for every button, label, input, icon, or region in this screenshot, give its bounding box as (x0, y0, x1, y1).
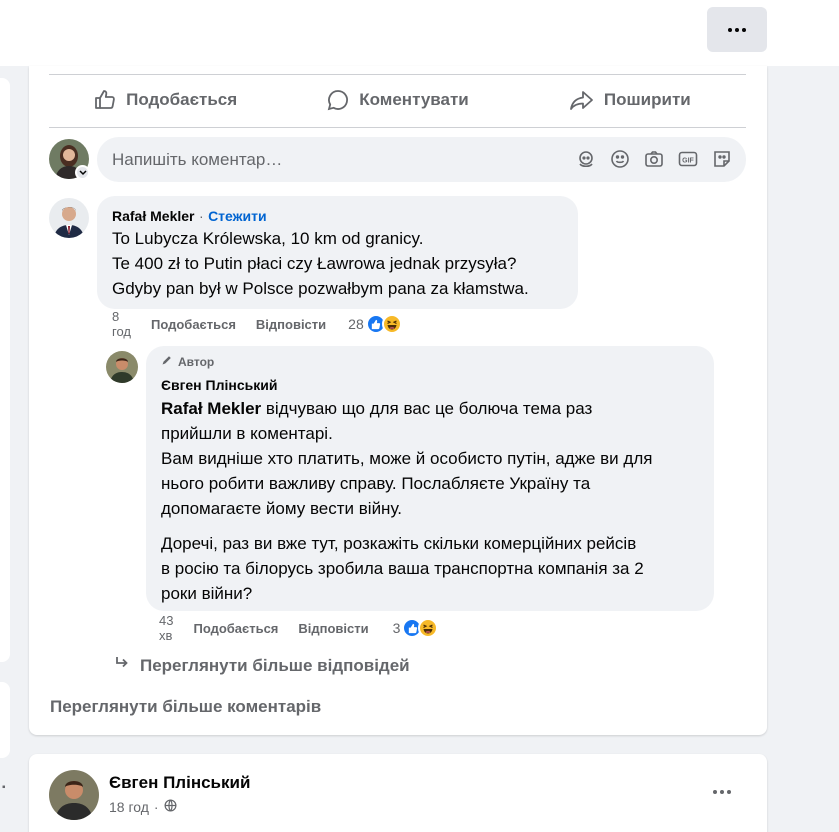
left-column-card (0, 78, 10, 662)
comment-text: To Lubycza Królewska, 10 km od granicy. … (112, 226, 529, 301)
comment-header: Rafał Mekler · Стежити (112, 208, 267, 226)
comment-line: нього робити важливу справу. Послабляєте… (161, 474, 591, 493)
comment-time-link[interactable]: 43 хв (159, 613, 173, 643)
globe-icon[interactable] (164, 799, 177, 815)
comment-line: в росію та білорусь зробила ваша транспо… (161, 559, 644, 578)
top-bar (0, 0, 839, 66)
comment-action-button[interactable]: Коментувати (281, 76, 513, 124)
commenter-avatar[interactable] (49, 198, 89, 238)
post-meta: 18 год · (109, 799, 177, 815)
emoji-icon[interactable] (610, 149, 630, 169)
next-post-card: Євген Плінський 18 год · (29, 754, 767, 832)
separator: · (153, 799, 159, 815)
reactions-count: 28 (348, 316, 364, 332)
gif-icon[interactable]: GIF (678, 149, 698, 169)
view-more-comments-button[interactable]: Переглянути більше коментарів (50, 697, 321, 717)
reactions-summary[interactable]: 3 (393, 618, 439, 638)
divider (49, 127, 746, 128)
left-column-mark: ▪ (2, 782, 6, 793)
pencil-icon (161, 354, 173, 369)
post-actions-bar: Подобається Коментувати Поширити (49, 76, 746, 124)
post-author-avatar[interactable] (49, 770, 99, 820)
comment-line: допомагаєте йому вести війну. (161, 499, 402, 518)
ellipsis-icon (728, 27, 746, 32)
share-action-label: Поширити (603, 90, 691, 109)
comment-bubble-icon (326, 88, 350, 112)
comment-author-link[interactable]: Rafał Mekler (112, 208, 194, 224)
post-card: Подобається Коментувати Поширити Напишіт… (29, 66, 767, 735)
left-column-card (0, 682, 10, 758)
comment-line: Te 400 zł to Putin płaci czy Ławrowa jed… (112, 254, 517, 273)
comment-header: Євген Плінський (161, 377, 277, 395)
camera-icon[interactable] (644, 149, 664, 169)
reactions-count: 3 (392, 620, 401, 636)
thumbs-up-icon (93, 88, 117, 112)
mention-link[interactable]: Rafał Mekler (161, 399, 261, 418)
comment-like-button[interactable]: Подобається (151, 317, 236, 332)
comment-line: Gdyby pan był w Polsce pozwałbym pana za… (112, 279, 529, 298)
like-action-button[interactable]: Подобається (49, 76, 281, 124)
comment-line: Rafał Mekler відчуваю що для вас це болю… (161, 399, 593, 418)
comment-text: Rafał Mekler відчуваю що для вас це болю… (161, 396, 652, 606)
sticker-icon[interactable] (712, 149, 732, 169)
ellipsis-icon (713, 790, 731, 794)
reply-arrow-icon (114, 655, 130, 676)
comment-input-tools: GIF (576, 149, 732, 169)
post-more-options-button[interactable] (713, 790, 731, 794)
view-more-comments-label: Переглянути більше коментарів (50, 697, 322, 716)
comment-action-label: Коментувати (359, 90, 469, 109)
avatar-sticker-icon[interactable] (576, 149, 596, 169)
follow-link[interactable]: Стежити (208, 208, 267, 224)
comment-input[interactable]: Напишіть коментар… GIF (97, 137, 746, 182)
comment-bubble: Rafał Mekler · Стежити To Lubycza Królew… (97, 196, 578, 309)
comment-reply-button[interactable]: Відповісти (256, 317, 326, 332)
reactions-summary[interactable]: 28 (348, 314, 402, 334)
comment-line: Доречі, раз ви вже тут, розкажіть скільк… (161, 534, 637, 553)
comment-line: роки війни? (161, 584, 253, 603)
comment-line: To Lubycza Królewska, 10 km od granicy. (112, 229, 424, 248)
post-time-link[interactable]: 18 год (109, 799, 149, 815)
comment-line: Вам видніше хто платить, може й особисто… (161, 449, 653, 468)
profile-switch-chevron-icon[interactable] (75, 165, 90, 180)
author-badge: Автор (161, 354, 214, 369)
more-options-button[interactable] (707, 7, 767, 52)
comment-input-placeholder: Напишіть коментар… (112, 150, 283, 169)
comment-reply-button[interactable]: Відповісти (298, 621, 368, 636)
view-more-replies-button[interactable]: Переглянути більше відповідей (114, 655, 410, 676)
comment-like-button[interactable]: Подобається (193, 621, 278, 636)
commenter-avatar[interactable] (106, 351, 138, 383)
author-badge-label: Автор (178, 354, 215, 369)
separator: · (198, 208, 204, 224)
like-action-label: Подобається (126, 90, 238, 109)
divider (49, 74, 746, 75)
comment-composer: Напишіть коментар… GIF (49, 137, 746, 182)
svg-text:GIF: GIF (682, 158, 694, 165)
post-author-name[interactable]: Євген Плінський (109, 773, 250, 793)
comment-time-link[interactable]: 8 год (112, 309, 131, 339)
comment-meta: 43 хв Подобається Відповісти 3 (159, 613, 439, 643)
share-action-button[interactable]: Поширити (514, 76, 746, 124)
view-more-replies-label: Переглянути більше відповідей (140, 655, 410, 675)
share-arrow-icon (569, 88, 595, 112)
comment-meta: 8 год Подобається Відповісти 28 (112, 309, 402, 339)
comment-author-link[interactable]: Євген Плінський (161, 377, 277, 393)
comment-bubble: Автор Євген Плінський Rafał Mekler відчу… (146, 346, 714, 611)
comment-line: прийшли в коментарі. (161, 424, 333, 443)
haha-reaction-icon (381, 314, 402, 334)
haha-reaction-icon (418, 618, 439, 638)
